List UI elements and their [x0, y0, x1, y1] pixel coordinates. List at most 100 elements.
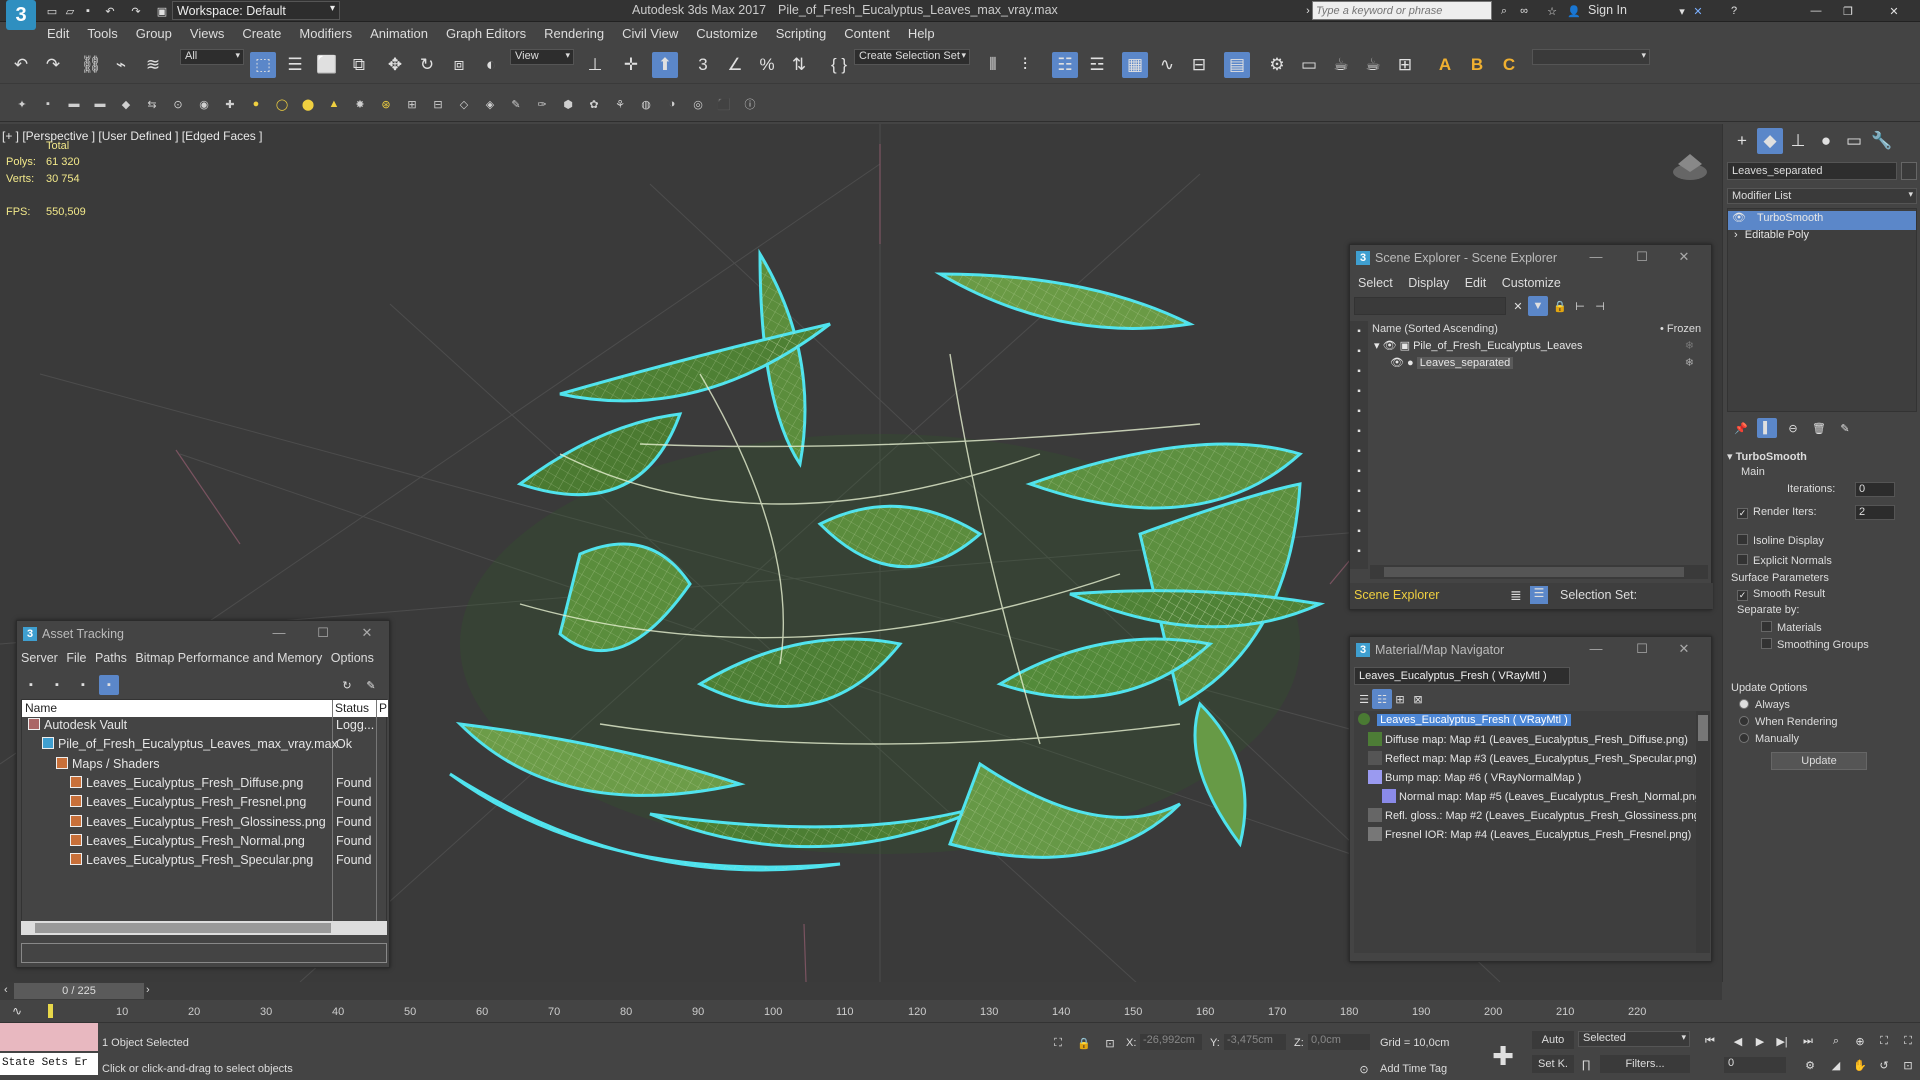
menu-modifiers[interactable]: Modifiers [290, 22, 361, 41]
y-field[interactable]: -3,475cm [1224, 1034, 1286, 1050]
scale-icon[interactable]: ⧈ [446, 52, 472, 78]
selection-filter-dropdown[interactable]: All ▾ [180, 49, 244, 65]
field-of-view-icon[interactable]: ◢ [1826, 1055, 1846, 1075]
se-col-frozen[interactable]: • Frozen [1660, 323, 1701, 335]
eye-icon[interactable]: 👁 [1383, 340, 1397, 352]
material-icon[interactable]: ◑ [662, 94, 682, 114]
se-col-name[interactable]: Name (Sorted Ascending) [1372, 323, 1498, 335]
bucket-icon[interactable]: ✿ [584, 94, 604, 114]
menu-views[interactable]: Views [181, 22, 233, 41]
at-col-p[interactable]: P [379, 701, 387, 715]
close-icon[interactable]: ✕ [1674, 641, 1694, 659]
menu-tools[interactable]: Tools [78, 22, 126, 41]
lock-icon[interactable]: 🔒 [1550, 296, 1570, 316]
link-icon[interactable]: ⛓ [78, 52, 104, 78]
sphere-icon[interactable]: ● [246, 94, 266, 114]
toggle-layer-explorer-icon[interactable]: ☲ [1084, 52, 1110, 78]
brush-icon[interactable]: ✑ [532, 94, 552, 114]
filter-xrefs-icon[interactable]: ▪ [1350, 461, 1368, 481]
at-col-status[interactable]: Status [335, 701, 369, 715]
menu-civil-view[interactable]: Civil View [613, 22, 687, 41]
render-iters-checkbox[interactable]: ✓ [1737, 508, 1748, 519]
list-view-icon[interactable]: ☰ [1354, 689, 1374, 709]
maximize-icon[interactable]: ☐ [313, 625, 333, 643]
create-tab-icon[interactable]: + [1729, 128, 1755, 154]
snap-icon[interactable]: ⊙ [168, 94, 188, 114]
minimize-icon[interactable]: — [269, 625, 289, 643]
add-key-icon[interactable]: ✚ [1488, 1041, 1518, 1071]
zoom-icon[interactable]: ⌕ [1826, 1031, 1846, 1051]
time-tag-icon[interactable]: ⊙ [1354, 1059, 1374, 1079]
text-b-icon[interactable]: B [1464, 52, 1490, 78]
pan-icon[interactable]: ✋ [1850, 1055, 1870, 1075]
pen-icon[interactable]: ⬢ [558, 94, 578, 114]
list-icon[interactable]: ▬ [64, 94, 84, 114]
sky-icon[interactable]: ⬛ [714, 94, 734, 114]
asset-row[interactable]: Autodesk Vault Logg... [22, 718, 388, 737]
filter-helpers-icon[interactable]: ▪ [1350, 401, 1368, 421]
minimize-icon[interactable]: — [1806, 1, 1826, 21]
mat-vscrollbar[interactable] [1696, 711, 1710, 953]
map-item[interactable]: Diffuse map: Map #1 (Leaves_Eucalyptus_F… [1354, 732, 1688, 751]
undo-icon[interactable]: ↶ [100, 1, 120, 21]
map-item[interactable]: Refl. gloss.: Map #2 (Leaves_Eucalyptus_… [1354, 808, 1704, 827]
pivot-center-icon[interactable]: ⊥ [582, 52, 608, 78]
when-rendering-radio[interactable] [1739, 716, 1749, 726]
rectangular-selection-icon[interactable]: ⬜ [314, 52, 340, 78]
clear-search-icon[interactable]: ✕ [1508, 296, 1528, 316]
select-by-name-icon[interactable]: ☰ [282, 52, 308, 78]
redo-icon[interactable]: ↷ [40, 52, 66, 78]
menu-create[interactable]: Create [233, 22, 290, 41]
small-icons-icon[interactable]: ⊞ [1390, 689, 1410, 709]
at-col-name[interactable]: Name [25, 701, 57, 715]
cylinder-icon[interactable]: ⬤ [298, 94, 318, 114]
hierarchy-icon[interactable]: ⊢ [1570, 296, 1590, 316]
user-icon[interactable]: 👤 [1564, 1, 1584, 21]
asset-row[interactable]: Maps / Shaders [22, 756, 388, 776]
next-frame-arrow-icon[interactable]: › [146, 984, 150, 996]
sign-in-link[interactable]: Sign In [1588, 3, 1627, 17]
render-setup-icon[interactable]: ⚙ [1264, 52, 1290, 78]
bone-icon[interactable]: ⊟ [428, 94, 448, 114]
layers-icon[interactable]: ≣ [1510, 587, 1522, 604]
selection-lock-icon[interactable]: 🔒 [1074, 1033, 1094, 1053]
map-item[interactable]: Normal map: Map #5 (Leaves_Eucalyptus_Fr… [1354, 789, 1705, 808]
time-slider-track[interactable]: ‹ 0 / 225 › [0, 982, 1722, 1000]
light-icon[interactable]: ✚ [220, 94, 240, 114]
text-a-icon[interactable]: A [1432, 52, 1458, 78]
absolute-mode-icon[interactable]: ⊡ [1100, 1033, 1120, 1053]
spline-icon[interactable]: ◇ [454, 94, 474, 114]
spinner-snap-icon[interactable]: ⇅ [786, 52, 812, 78]
map-item[interactable]: Fresnel IOR: Map #4 (Leaves_Eucalyptus_F… [1354, 827, 1691, 846]
always-radio[interactable] [1739, 699, 1749, 709]
filter-containers-icon[interactable]: ▪ [1350, 501, 1368, 521]
at-icon-a[interactable]: ▪ [21, 675, 41, 695]
filter-cameras-icon[interactable]: ▪ [1350, 381, 1368, 401]
previous-frame-icon[interactable]: ◀ [1728, 1031, 1748, 1051]
restore-icon[interactable]: ❐ [1838, 1, 1858, 21]
map-item[interactable]: Bump map: Map #6 ( VRayNormalMap ) [1354, 770, 1581, 789]
select-object-icon[interactable]: ⬚ [250, 52, 276, 78]
minimize-icon[interactable]: — [1586, 249, 1606, 267]
go-to-start-icon[interactable]: ⏮ [1700, 1031, 1720, 1051]
at-menu-paths[interactable]: Paths [95, 651, 127, 665]
move-icon[interactable]: ✥ [382, 52, 408, 78]
box-icon[interactable]: ▪ [38, 94, 58, 114]
filter-shapes-icon[interactable]: ▪ [1350, 341, 1368, 361]
filter-geometry-icon[interactable]: ▪ [1350, 321, 1368, 341]
menu-edit[interactable]: Edit [38, 22, 78, 41]
object-name-field[interactable]: Leaves_separated [1727, 162, 1897, 180]
menu-rendering[interactable]: Rendering [535, 22, 613, 41]
material-editor-icon[interactable]: ▤ [1224, 52, 1250, 78]
go-to-end-icon[interactable]: ⏭ [1798, 1031, 1818, 1051]
reference-coordinate-dropdown[interactable]: View ▾ [510, 49, 574, 65]
z-field[interactable]: 0,0cm [1308, 1034, 1370, 1050]
sun-icon[interactable]: ✸ [350, 94, 370, 114]
next-frame-icon[interactable]: ▶| [1772, 1031, 1792, 1051]
lock-icon[interactable]: ⇆ [142, 94, 162, 114]
materials-checkbox[interactable] [1761, 621, 1772, 632]
display-tab-icon[interactable]: ▭ [1841, 128, 1867, 154]
filter-groups-icon[interactable]: ▪ [1350, 441, 1368, 461]
path-icon[interactable]: ◆ [116, 94, 136, 114]
se-item-mesh[interactable]: 👁 ● Leaves_separated ❄ [1370, 356, 1710, 375]
